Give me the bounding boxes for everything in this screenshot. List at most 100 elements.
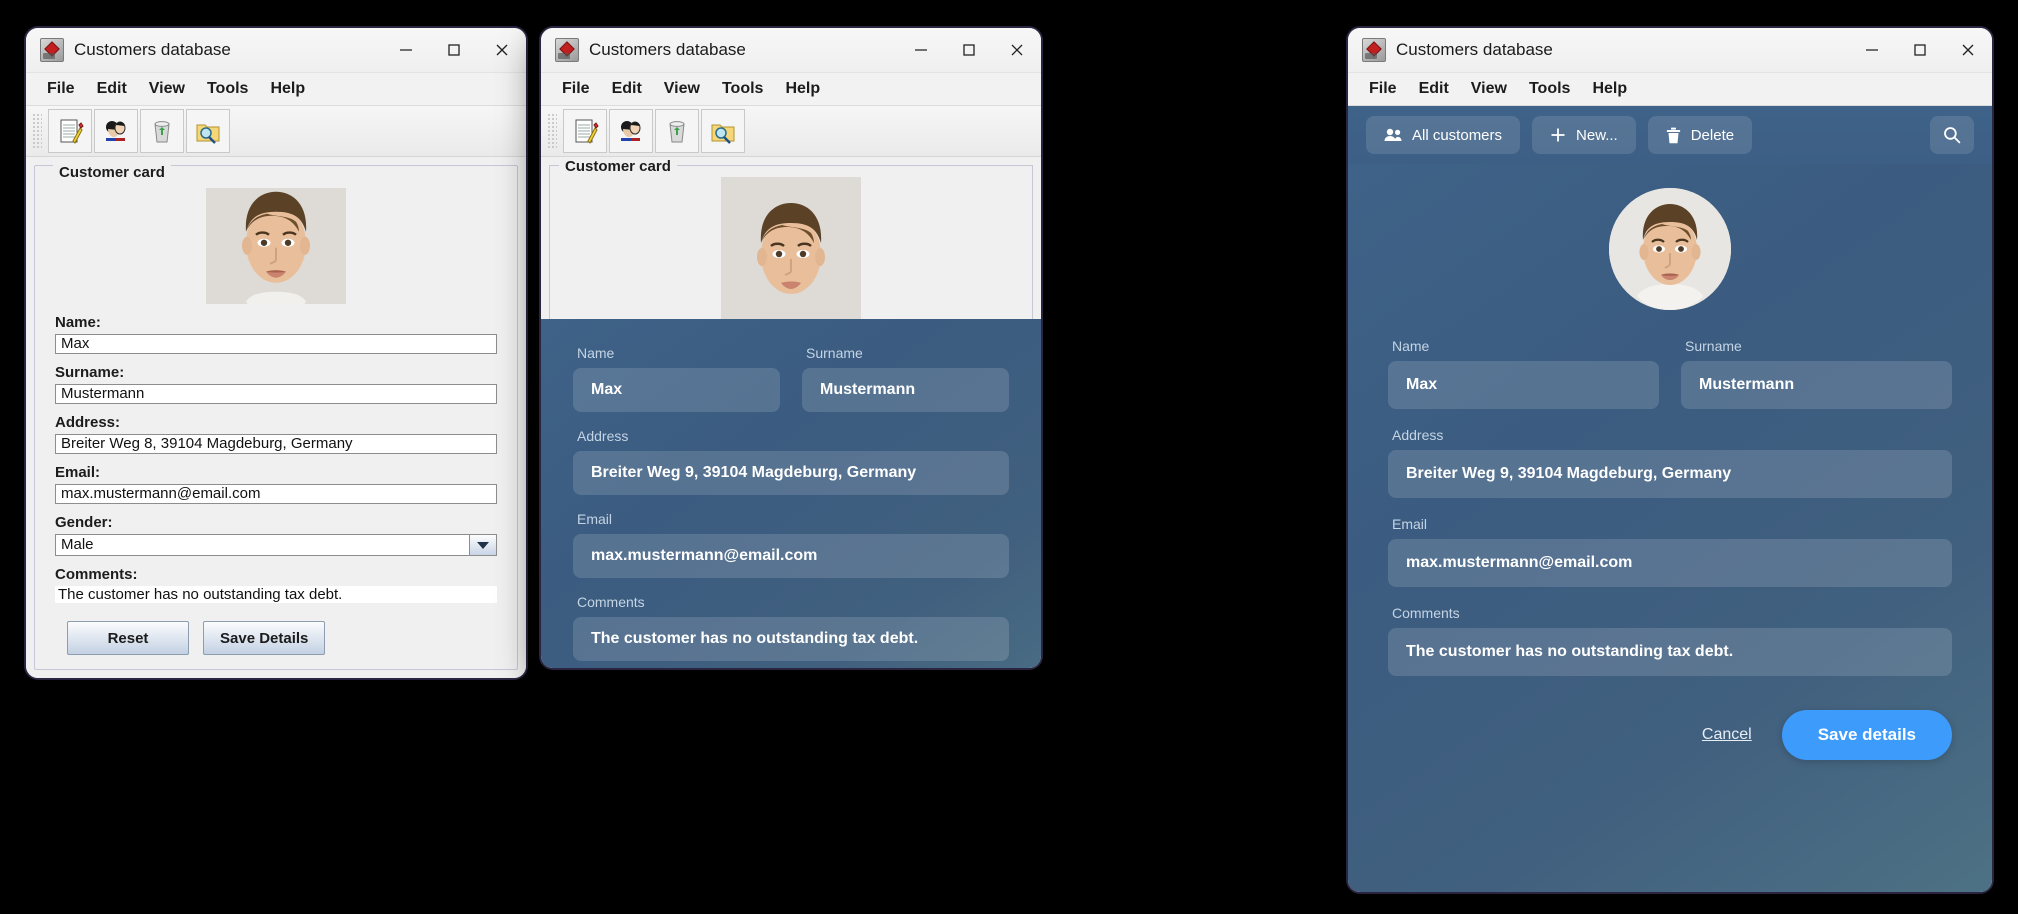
- titlebar[interactable]: Customers database: [541, 28, 1041, 73]
- app-icon: [40, 38, 64, 62]
- new-label: New...: [1576, 126, 1618, 144]
- window-title: Customers database: [1396, 40, 1553, 59]
- address-label: Address: [577, 428, 629, 444]
- recycle-bin-icon[interactable]: [655, 109, 699, 153]
- name-label: Name: [1392, 338, 1430, 354]
- menu-edit[interactable]: Edit: [601, 77, 653, 101]
- close-icon[interactable]: [1944, 28, 1992, 72]
- menu-help[interactable]: Help: [259, 77, 316, 101]
- email-input[interactable]: max.mustermann@email.com: [55, 483, 497, 504]
- customers-icon[interactable]: [94, 109, 138, 153]
- minimize-icon[interactable]: [897, 28, 945, 72]
- people-icon: [1384, 127, 1402, 143]
- all-customers-button[interactable]: All customers: [1366, 116, 1521, 154]
- titlebar[interactable]: Customers database: [1348, 28, 1992, 73]
- app-icon: [1362, 38, 1386, 62]
- window-customers-database-hybrid[interactable]: Customers database File Edit View Tools …: [541, 28, 1041, 668]
- window-customers-database-modern[interactable]: Customers database File Edit View Tools …: [1348, 28, 1992, 892]
- surname-label: Surname:: [55, 363, 125, 381]
- menu-tools[interactable]: Tools: [1518, 77, 1581, 101]
- menu-view[interactable]: View: [138, 77, 196, 101]
- menu-view[interactable]: View: [1460, 77, 1518, 101]
- comments-label: Comments: [577, 594, 645, 610]
- search-icon[interactable]: [1930, 116, 1974, 154]
- toolbar-grip[interactable]: [547, 113, 557, 149]
- cancel-button[interactable]: Cancel: [1702, 726, 1752, 744]
- minimize-icon[interactable]: [382, 28, 430, 72]
- menu-edit[interactable]: Edit: [86, 77, 138, 101]
- maximize-icon[interactable]: [945, 28, 993, 72]
- face-illustration: [206, 188, 346, 304]
- menu-edit[interactable]: Edit: [1408, 77, 1460, 101]
- face-illustration: [1609, 188, 1731, 310]
- name-input[interactable]: Max: [1388, 361, 1659, 409]
- face-illustration: [721, 177, 861, 319]
- surname-input[interactable]: Mustermann: [1681, 361, 1952, 409]
- save-details-button[interactable]: Save details: [1781, 710, 1952, 760]
- email-input[interactable]: max.mustermann@email.com: [573, 534, 1009, 578]
- gender-label: Gender:: [55, 513, 113, 531]
- toolbar-grip[interactable]: [32, 113, 42, 149]
- all-customers-label: All customers: [1412, 126, 1503, 144]
- customer-photo: [721, 177, 861, 319]
- titlebar-left: Customers database: [1348, 38, 1848, 62]
- address-input[interactable]: Breiter Weg 9, 39104 Magdeburg, Germany: [1388, 450, 1952, 498]
- delete-button[interactable]: Delete: [1647, 116, 1753, 154]
- search-folder-icon[interactable]: [186, 109, 230, 153]
- edit-document-icon[interactable]: [48, 109, 92, 153]
- customer-card-panel: Customer card: [541, 157, 1041, 319]
- modern-toolbar: All customers New... Delete: [1348, 106, 1992, 164]
- name-input[interactable]: Max: [55, 333, 497, 354]
- recycle-bin-icon[interactable]: [140, 109, 184, 153]
- menu-file[interactable]: File: [551, 77, 601, 101]
- close-icon[interactable]: [478, 28, 526, 72]
- chevron-down-icon[interactable]: [469, 534, 496, 556]
- name-group: Name Max: [1388, 338, 1659, 409]
- comments-input[interactable]: The customer has no outstanding tax debt…: [1388, 628, 1952, 676]
- gender-value: Male: [61, 536, 94, 554]
- menu-file[interactable]: File: [36, 77, 86, 101]
- menu-file[interactable]: File: [1358, 77, 1408, 101]
- window-customers-database-classic[interactable]: Customers database File Edit View Tools …: [26, 28, 526, 678]
- app-icon: [555, 38, 579, 62]
- menu-help[interactable]: Help: [1581, 77, 1638, 101]
- modern-form-panel: Name Max Surname Mustermann Address Brei…: [541, 319, 1041, 668]
- name-input[interactable]: Max: [573, 368, 780, 412]
- comments-group: Comments The customer has no outstanding…: [573, 594, 1009, 661]
- menu-help[interactable]: Help: [774, 77, 831, 101]
- comments-input[interactable]: The customer has no outstanding tax debt…: [573, 617, 1009, 661]
- address-input[interactable]: Breiter Weg 9, 39104 Magdeburg, Germany: [573, 451, 1009, 495]
- edit-document-icon[interactable]: [563, 109, 607, 153]
- toolbar: [541, 106, 1041, 157]
- menu-view[interactable]: View: [653, 77, 711, 101]
- titlebar[interactable]: Customers database: [26, 28, 526, 73]
- menu-tools[interactable]: Tools: [711, 77, 774, 101]
- close-icon[interactable]: [993, 28, 1041, 72]
- email-input[interactable]: max.mustermann@email.com: [1388, 539, 1952, 587]
- maximize-icon[interactable]: [430, 28, 478, 72]
- trash-icon: [1666, 127, 1681, 144]
- address-group: Address Breiter Weg 9, 39104 Magdeburg, …: [1388, 427, 1952, 498]
- avatar: [1609, 188, 1731, 310]
- name-label: Name:: [55, 313, 101, 331]
- classic-form: Name: Max Surname: Mustermann Address: B…: [55, 188, 497, 656]
- search-folder-icon[interactable]: [701, 109, 745, 153]
- modern-form-panel: Name Max Surname Mustermann Address Brei…: [1348, 164, 1992, 892]
- minimize-icon[interactable]: [1848, 28, 1896, 72]
- comments-textarea[interactable]: The customer has no outstanding tax debt…: [55, 586, 497, 604]
- maximize-icon[interactable]: [1896, 28, 1944, 72]
- reset-button[interactable]: Reset: [67, 621, 189, 656]
- email-group: Email max.mustermann@email.com: [1388, 516, 1952, 587]
- surname-input[interactable]: Mustermann: [55, 383, 497, 404]
- customers-icon[interactable]: [609, 109, 653, 153]
- gender-select[interactable]: Male: [55, 533, 497, 557]
- email-label: Email:: [55, 463, 101, 481]
- surname-input[interactable]: Mustermann: [802, 368, 1009, 412]
- window-controls: [897, 28, 1041, 72]
- classic-button-row: Reset Save Details: [55, 621, 497, 656]
- address-input[interactable]: Breiter Weg 8, 39104 Magdeburg, Germany: [55, 433, 497, 454]
- save-details-button[interactable]: Save Details: [203, 621, 326, 656]
- menu-tools[interactable]: Tools: [196, 77, 259, 101]
- email-label: Email: [1392, 516, 1428, 532]
- new-button[interactable]: New...: [1532, 116, 1636, 154]
